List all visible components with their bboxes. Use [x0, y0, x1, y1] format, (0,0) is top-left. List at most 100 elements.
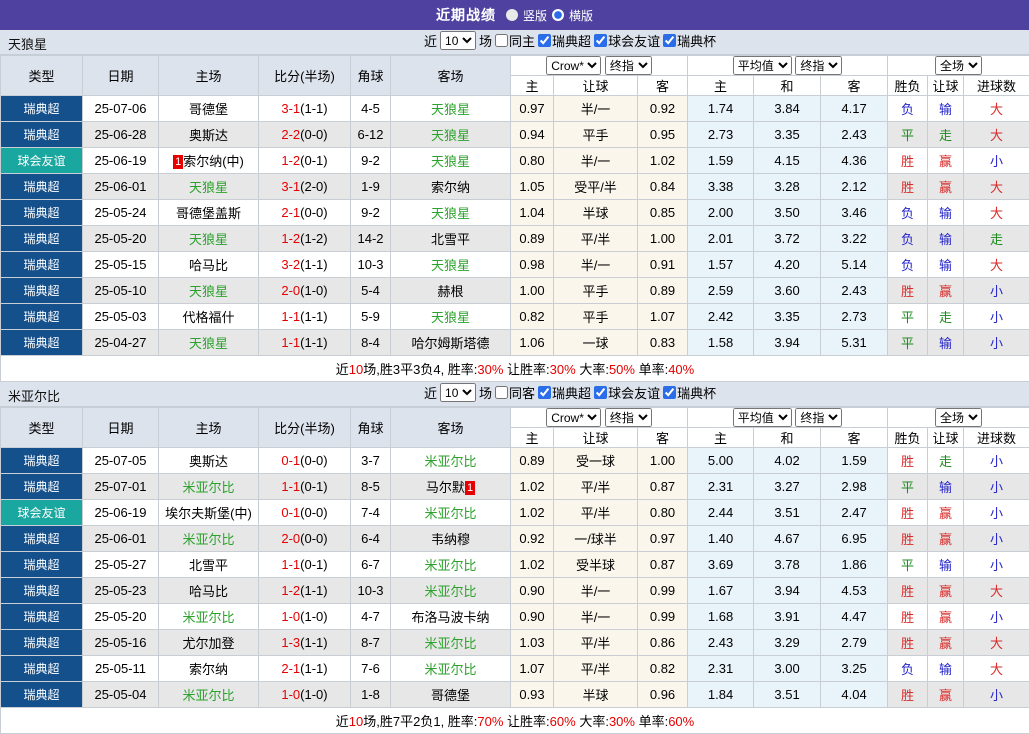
summary-value: 50% — [609, 362, 635, 377]
odds-source-select[interactable]: Crow* — [546, 408, 601, 427]
handicap-cell: 受半球 — [554, 552, 638, 578]
league-filter-friendly[interactable]: 球会友谊 — [594, 31, 660, 50]
league-filter-cup[interactable]: 瑞典杯 — [663, 383, 716, 402]
fulltime-score: 1-2 — [281, 583, 300, 598]
home-team-cell: 米亚尔比 — [159, 526, 259, 552]
handicap-cell: 平手 — [554, 304, 638, 330]
team-label: 赫根 — [437, 284, 463, 299]
score-cell: 1-1(0-1) — [259, 552, 351, 578]
away-team-cell: 天狼星 — [391, 304, 511, 330]
handicap-cell: 半球 — [554, 200, 638, 226]
match-row: 瑞典超25-05-03代格福什1-1(1-1)5-9天狼星0.82平手1.072… — [1, 304, 1029, 330]
avg-away-odds-cell: 2.79 — [821, 630, 888, 656]
team-label: 哥德堡 — [189, 102, 228, 117]
sub-avg-draw: 和 — [754, 428, 821, 448]
corners-cell: 8-4 — [351, 330, 391, 356]
handicap-cell: 平/半 — [554, 226, 638, 252]
league-checkbox[interactable] — [538, 34, 551, 47]
scope-group: 全场 — [888, 408, 1029, 428]
score-cell: 1-2(1-2) — [259, 226, 351, 252]
avg-odds-select[interactable]: 平均值 — [733, 408, 792, 427]
fulltime-score: 3-1 — [281, 101, 300, 116]
same-venue-checkbox[interactable] — [495, 386, 508, 399]
away-team-cell: 赫根 — [391, 278, 511, 304]
handicap-result-cell: 赢 — [928, 604, 964, 630]
league-label[interactable]: 瑞典超 — [552, 31, 591, 50]
scope-select[interactable]: 全场 — [935, 408, 982, 427]
scope-select[interactable]: 全场 — [935, 56, 982, 75]
score-cell: 2-1(1-1) — [259, 656, 351, 682]
halftime-score: (0-0) — [300, 531, 327, 546]
summary-text: 让胜率: — [503, 362, 549, 377]
odds-source-select[interactable]: Crow* — [546, 56, 601, 75]
cup-checkbox[interactable] — [663, 386, 676, 399]
handicap-result-cell: 输 — [928, 552, 964, 578]
handicap-result-cell: 走 — [928, 122, 964, 148]
away-odds-cell: 0.84 — [638, 174, 688, 200]
corners-cell: 14-2 — [351, 226, 391, 252]
home-team-cell: 米亚尔比 — [159, 682, 259, 708]
same-venue-label[interactable]: 同主 — [509, 31, 535, 50]
team-label: 索尔纳 — [189, 662, 228, 677]
same-venue-checkbox[interactable] — [495, 34, 508, 47]
result-cell: 平 — [888, 304, 928, 330]
avg-away-odds-cell: 2.47 — [821, 500, 888, 526]
league-label[interactable]: 瑞典超 — [552, 383, 591, 402]
match-row: 球会友谊25-06-191索尔纳(中)1-2(0-1)9-2天狼星0.80半/一… — [1, 148, 1029, 174]
league-filter-allsvenskan[interactable]: 瑞典超 — [538, 383, 591, 402]
same-venue-filter[interactable]: 同客 — [495, 383, 535, 402]
goals-result-cell: 大 — [964, 656, 1029, 682]
recent-count-select[interactable]: 10 — [440, 31, 476, 50]
same-venue-filter[interactable]: 同主 — [495, 31, 535, 50]
horizontal-layout-label[interactable]: 横版 — [569, 7, 593, 24]
team-label: 哈马比 — [189, 584, 228, 599]
away-odds-cell: 0.92 — [638, 96, 688, 122]
league-checkbox[interactable] — [538, 386, 551, 399]
cup-label[interactable]: 瑞典杯 — [677, 31, 716, 50]
result-cell: 胜 — [888, 500, 928, 526]
match-type-cell: 瑞典超 — [1, 330, 83, 356]
avg-away-odds-cell: 4.04 — [821, 682, 888, 708]
team-label: 米亚尔比 — [424, 636, 476, 651]
handicap-cell: 平/半 — [554, 630, 638, 656]
home-odds-cell: 1.02 — [511, 474, 554, 500]
team-label: 天狼星 — [431, 102, 470, 117]
odds-stage-select[interactable]: 终指 — [605, 56, 652, 75]
halftime-score: (0-0) — [300, 205, 327, 220]
friendly-checkbox[interactable] — [594, 386, 607, 399]
avg-draw-odds-cell: 3.00 — [754, 656, 821, 682]
handicap-cell: 平手 — [554, 122, 638, 148]
avg-draw-odds-cell: 4.67 — [754, 526, 821, 552]
summary-row: 近10场,胜7平2负1, 胜率:70% 让胜率:60% 大率:30% 单率:60… — [1, 708, 1029, 734]
league-filter-cup[interactable]: 瑞典杯 — [663, 31, 716, 50]
same-venue-label[interactable]: 同客 — [509, 383, 535, 402]
vertical-layout-label[interactable]: 竖版 — [523, 7, 547, 24]
friendly-checkbox[interactable] — [594, 34, 607, 47]
sub-result: 胜负 — [888, 76, 928, 96]
handicap-result-cell: 赢 — [928, 148, 964, 174]
league-filter-allsvenskan[interactable]: 瑞典超 — [538, 31, 591, 50]
vertical-layout-radio[interactable] — [506, 9, 518, 21]
friendly-label[interactable]: 球会友谊 — [608, 31, 660, 50]
handicap-result-cell: 输 — [928, 474, 964, 500]
avg-stage-select[interactable]: 终指 — [795, 408, 842, 427]
recent-count-select[interactable]: 10 — [440, 383, 476, 402]
avg-odds-select[interactable]: 平均值 — [733, 56, 792, 75]
odds-stage-select[interactable]: 终指 — [605, 408, 652, 427]
handicap-result-cell: 赢 — [928, 174, 964, 200]
sub-home: 主 — [511, 76, 554, 96]
away-odds-cell: 0.89 — [638, 278, 688, 304]
cup-checkbox[interactable] — [663, 34, 676, 47]
horizontal-layout-radio[interactable] — [552, 9, 564, 21]
odds-source-group: Crow* 终指 — [511, 56, 688, 76]
team-label: 布洛马波卡纳 — [411, 610, 489, 625]
team-label: 天狼星 — [431, 258, 470, 273]
avg-stage-select[interactable]: 终指 — [795, 56, 842, 75]
cup-label[interactable]: 瑞典杯 — [677, 383, 716, 402]
team-label: 天狼星 — [189, 180, 228, 195]
away-odds-cell: 1.00 — [638, 226, 688, 252]
league-filter-friendly[interactable]: 球会友谊 — [594, 383, 660, 402]
fulltime-score: 1-1 — [281, 479, 300, 494]
avg-away-odds-cell: 4.47 — [821, 604, 888, 630]
friendly-label[interactable]: 球会友谊 — [608, 383, 660, 402]
